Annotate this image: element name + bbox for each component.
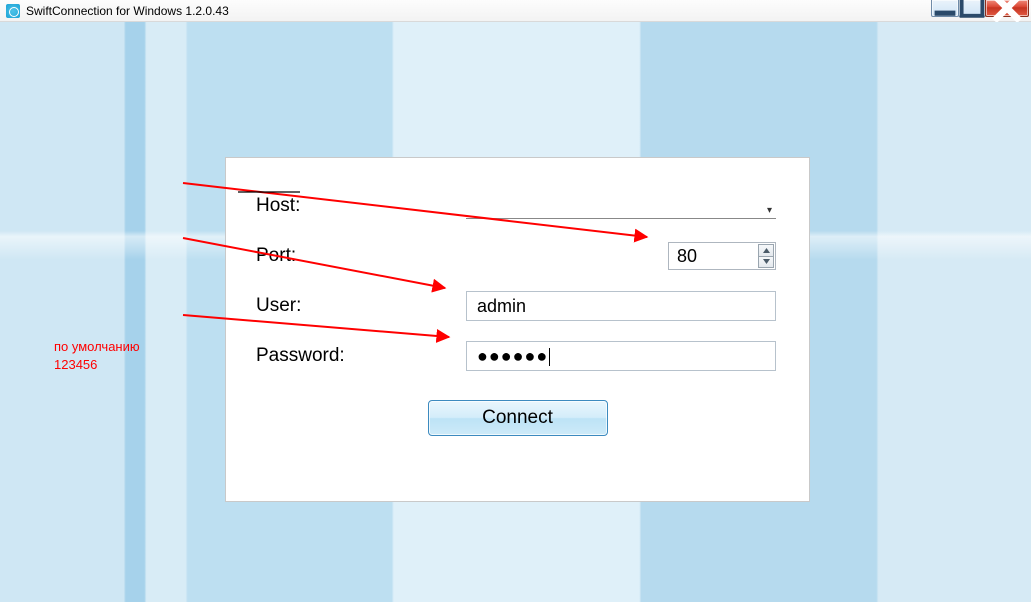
host-row: Host: ▾ [256, 190, 779, 222]
connect-button[interactable]: Connect [428, 400, 608, 436]
host-input[interactable]: ▾ [466, 193, 776, 219]
spinner-down-button[interactable] [758, 256, 774, 269]
window-controls [931, 0, 1029, 17]
port-wrap: 80 [466, 242, 776, 270]
close-button[interactable] [985, 0, 1029, 17]
user-label: User: [256, 295, 466, 317]
chevron-down-icon[interactable]: ▾ [767, 205, 772, 216]
host-label: Host: [256, 195, 466, 217]
maximize-button[interactable] [958, 0, 986, 17]
app-icon [6, 4, 20, 18]
login-panel: Host: ▾ Port: 80 [225, 157, 810, 502]
port-input[interactable]: 80 [668, 242, 776, 270]
connect-label: Connect [482, 407, 553, 429]
port-label: Port: [256, 245, 466, 267]
password-label: Password: [256, 345, 466, 367]
user-input[interactable]: admin [466, 291, 776, 321]
port-row: Port: 80 [256, 240, 779, 272]
client-area: Host: ▾ Port: 80 [0, 22, 1031, 602]
annotation-line2: 123456 [54, 356, 140, 374]
window-title: SwiftConnection for Windows 1.2.0.43 [26, 4, 229, 18]
password-value: ●●●●●● [477, 346, 548, 367]
port-spinner [758, 244, 774, 268]
connect-wrap: Connect [256, 400, 779, 436]
user-value: admin [477, 296, 526, 317]
minimize-button[interactable] [931, 0, 959, 17]
port-value: 80 [677, 246, 697, 267]
annotation-line1: по умолчанию [54, 338, 140, 356]
password-row: Password: ●●●●●● [256, 340, 779, 372]
titlebar: SwiftConnection for Windows 1.2.0.43 [0, 0, 1031, 22]
user-row: User: admin [256, 290, 779, 322]
annotation-text: по умолчанию 123456 [54, 338, 140, 373]
password-input[interactable]: ●●●●●● [466, 341, 776, 371]
